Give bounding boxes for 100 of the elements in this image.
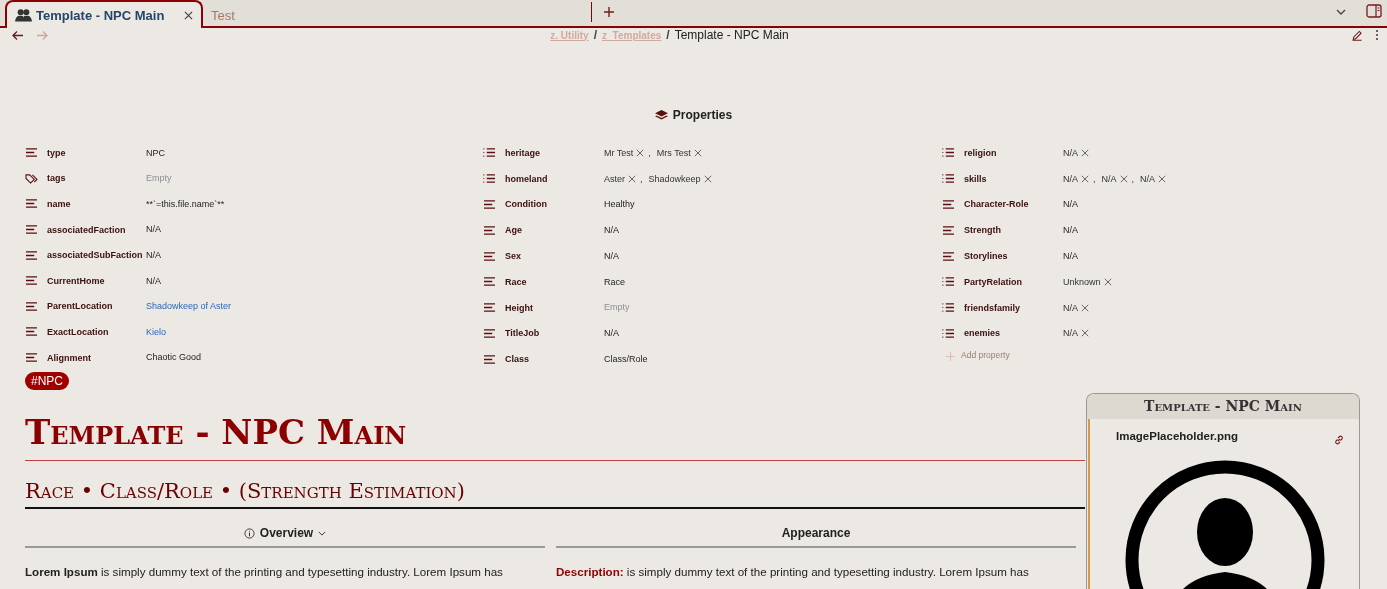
text-lines-icon[interactable] [25, 326, 38, 338]
text-lines-icon[interactable] [25, 249, 38, 261]
remove-icon[interactable] [703, 174, 712, 183]
remove-icon[interactable] [1081, 148, 1089, 157]
list-icon[interactable] [942, 173, 955, 185]
property-value[interactable]: N/A [1062, 223, 1081, 238]
property-key[interactable]: Alignment [47, 352, 146, 363]
new-tab-icon[interactable] [604, 7, 614, 17]
property-key[interactable]: associatedSubFaction [47, 250, 146, 261]
list-icon[interactable] [942, 276, 955, 288]
list-value-pill[interactable]: N/A [1140, 173, 1156, 184]
list-value-pill[interactable]: Mrs Test [656, 147, 691, 158]
back-arrow-icon[interactable] [12, 29, 24, 41]
tag-pill[interactable]: #NPC [25, 372, 69, 391]
sidebar-toggle-icon[interactable] [1366, 4, 1382, 18]
property-key[interactable]: TitleJob [505, 328, 604, 339]
remove-icon[interactable] [693, 148, 702, 157]
property-key[interactable]: friendsfamily [964, 302, 1063, 313]
text-lines-icon[interactable] [25, 224, 38, 236]
tag-icon[interactable] [25, 172, 38, 184]
property-key[interactable]: Character-Role [964, 199, 1063, 210]
chevron-down-icon[interactable] [1336, 9, 1346, 15]
list-value-pill[interactable]: N/A [1101, 173, 1117, 184]
property-value[interactable]: NPC [145, 145, 168, 160]
list-icon[interactable] [942, 327, 955, 339]
property-key[interactable]: enemies [964, 328, 1063, 339]
remove-icon[interactable] [1081, 174, 1089, 183]
tab[interactable]: Template - NPC Main [5, 0, 203, 28]
text-lines-icon[interactable] [942, 250, 955, 262]
property-value[interactable]: N/A [603, 248, 622, 264]
text-lines-icon[interactable] [25, 275, 38, 287]
property-key[interactable]: Age [505, 225, 604, 236]
list-icon[interactable] [942, 302, 955, 314]
remove-icon[interactable] [628, 174, 636, 183]
text-lines-icon[interactable] [483, 302, 496, 314]
text-lines-icon[interactable] [25, 352, 38, 364]
text-lines-icon[interactable] [25, 198, 38, 210]
property-value[interactable]: N/A [145, 222, 164, 237]
more-options-icon[interactable] [1375, 29, 1379, 41]
property-key[interactable]: name [47, 199, 146, 209]
property-key[interactable]: ParentLocation [47, 301, 146, 312]
property-value[interactable]: Healthy [603, 197, 638, 212]
text-lines-icon[interactable] [483, 250, 496, 262]
property-value[interactable]: N/A [1062, 248, 1081, 264]
property-key[interactable]: skills [964, 173, 1063, 184]
text-lines-icon[interactable] [483, 224, 496, 236]
property-link[interactable]: Shadowkeep of Aster [146, 299, 235, 314]
remove-icon[interactable] [1119, 174, 1128, 183]
property-value[interactable]: N/A [603, 223, 622, 238]
property-value[interactable]: N/A [603, 326, 622, 341]
remove-icon[interactable] [636, 148, 645, 157]
property-key[interactable]: religion [964, 147, 1063, 158]
text-lines-icon[interactable] [483, 353, 496, 365]
remove-icon[interactable] [1081, 329, 1089, 338]
text-lines-icon[interactable] [483, 276, 496, 288]
list-value-pill[interactable]: Mr Test [604, 147, 634, 158]
property-link[interactable]: Kielo [146, 324, 169, 340]
text-lines-icon[interactable] [483, 327, 496, 339]
list-value-pill[interactable]: N/A [1063, 173, 1078, 184]
property-value[interactable]: **`=this.file.name`** [145, 196, 228, 212]
text-lines-icon[interactable] [942, 224, 955, 236]
property-key[interactable]: tags [47, 173, 146, 184]
list-value-pill[interactable]: N/A [1063, 147, 1078, 158]
property-value[interactable]: Class/Role [603, 352, 651, 367]
property-value[interactable]: N/A [1062, 197, 1081, 212]
section-header[interactable]: Overview [25, 520, 545, 549]
property-key[interactable]: associatedFaction [47, 224, 146, 235]
property-value[interactable]: N/A [145, 247, 164, 263]
pencil-icon[interactable] [1351, 29, 1363, 41]
property-key[interactable]: heritage [505, 147, 604, 158]
property-key[interactable]: Condition [505, 199, 604, 210]
list-value-pill[interactable]: Unknown [1063, 276, 1101, 287]
property-key[interactable]: Race [505, 276, 604, 287]
list-icon[interactable] [483, 173, 496, 185]
text-lines-icon[interactable] [25, 300, 38, 312]
property-key[interactable]: CurrentHome [47, 275, 146, 286]
property-value[interactable]: N/A [145, 273, 164, 288]
list-icon[interactable] [483, 147, 496, 159]
property-key[interactable]: homeland [505, 173, 604, 184]
text-lines-icon[interactable] [483, 199, 496, 210]
remove-icon[interactable] [1103, 277, 1112, 286]
property-value[interactable]: Chaotic Good [145, 350, 205, 365]
list-value-pill[interactable]: Aster [604, 173, 625, 184]
list-icon[interactable] [942, 147, 955, 159]
property-key[interactable]: Class [505, 354, 604, 365]
property-key[interactable]: Strength [964, 225, 1063, 236]
remove-icon[interactable] [1081, 303, 1089, 312]
remove-icon[interactable] [1158, 174, 1167, 183]
link-icon[interactable] [1333, 434, 1345, 447]
close-icon[interactable] [184, 10, 193, 20]
property-key[interactable]: type [47, 147, 146, 158]
list-value-pill[interactable]: Shadowkeep [648, 173, 701, 184]
text-lines-icon[interactable] [942, 199, 955, 210]
list-value-pill[interactable]: N/A [1063, 328, 1078, 339]
property-key[interactable]: Sex [505, 251, 604, 262]
list-value-pill[interactable]: N/A [1063, 302, 1078, 313]
property-value[interactable]: Race [603, 274, 628, 290]
property-key[interactable]: PartyRelation [964, 276, 1063, 287]
property-key[interactable]: Height [505, 302, 604, 313]
property-key[interactable]: Storylines [964, 251, 1063, 262]
